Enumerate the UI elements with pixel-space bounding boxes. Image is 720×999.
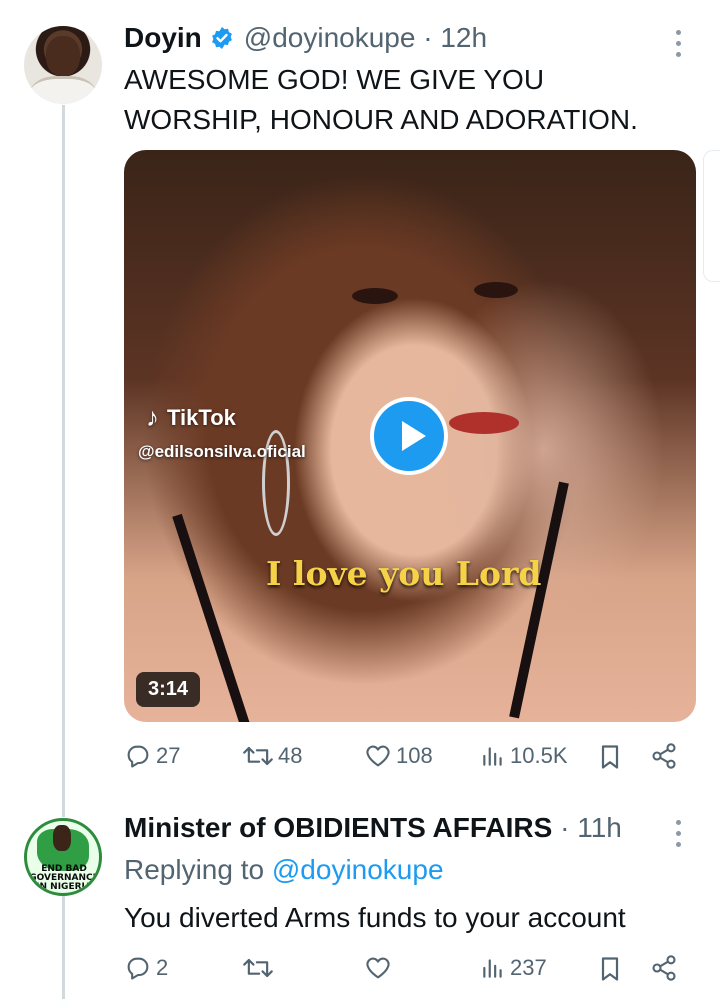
tweet-text-line: AWESOME GOD! WE GIVE YOU: [124, 64, 545, 95]
retweet-count: 48: [278, 743, 303, 768]
reply-time[interactable]: 11h: [577, 812, 622, 844]
retweet-icon: [243, 746, 273, 766]
avatar-clothing: [30, 76, 96, 104]
views-button[interactable]: 10.5K: [480, 742, 568, 770]
tweet-header: Doyin @doyinokupe · 12h: [124, 22, 487, 54]
reply-text: You diverted Arms funds to your account: [124, 902, 626, 933]
avatar-fist: [53, 825, 71, 851]
retweet-icon: [243, 958, 273, 978]
like-button[interactable]: [364, 954, 392, 982]
thread-line: [62, 105, 65, 817]
bookmark-button[interactable]: [596, 742, 624, 772]
reply-count: 2: [156, 955, 169, 980]
author-handle[interactable]: @doyinokupe: [244, 22, 416, 54]
views-button[interactable]: 237: [480, 954, 547, 982]
avatar-logo-text: END BAD GOVERNANCE IN NIGERIA: [29, 864, 99, 892]
views-count: 237: [510, 955, 547, 980]
reply-button[interactable]: 2: [124, 954, 168, 982]
retweet-button[interactable]: [242, 954, 274, 982]
like-icon: [366, 957, 390, 979]
tiktok-watermark: ♪ TikTok: [146, 402, 236, 433]
avatar-face: [46, 36, 80, 76]
bookmark-icon: [601, 745, 619, 769]
dot-separator: ·: [552, 812, 578, 843]
more-icon[interactable]: [676, 820, 682, 853]
views-count: 10.5K: [510, 743, 568, 768]
image-detail: [474, 282, 518, 298]
tweet-text: AWESOME GOD! WE GIVE YOU WORSHIP, HONOUR…: [124, 60, 638, 140]
share-icon: [652, 955, 676, 981]
dot-separator: ·: [415, 22, 441, 53]
reply-author-avatar[interactable]: END BAD GOVERNANCE IN NIGERIA: [24, 818, 102, 896]
tiktok-label: TikTok: [167, 404, 236, 430]
tweet-time[interactable]: 12h: [440, 22, 487, 54]
bookmark-icon: [601, 957, 619, 981]
reply-button[interactable]: 27: [124, 742, 180, 770]
share-button[interactable]: [650, 742, 678, 770]
like-icon: [366, 745, 390, 767]
like-button[interactable]: 108: [364, 742, 433, 770]
video-caption: I love you Lord: [266, 554, 542, 593]
image-detail: [449, 412, 519, 434]
tiktok-logo-icon: ♪: [146, 402, 159, 432]
replying-to-handle[interactable]: @doyinokupe: [272, 854, 444, 885]
reply-author-name[interactable]: Minister of OBIDIENTS AFFAIRS: [124, 812, 552, 844]
reply-count: 27: [156, 743, 181, 768]
views-icon: [483, 959, 502, 978]
more-icon[interactable]: [676, 30, 682, 63]
reply-icon: [127, 745, 149, 768]
replying-to: Replying to @doyinokupe: [124, 854, 444, 886]
retweet-button[interactable]: 48: [242, 742, 302, 770]
tiktok-source-handle: @edilsonsilva.oficial: [138, 442, 306, 461]
play-icon[interactable]: [370, 397, 448, 475]
side-panel-edge: [703, 150, 720, 282]
image-detail: [352, 288, 398, 304]
video-player[interactable]: ♪ TikTok @edilsonsilva.oficial I love yo…: [124, 150, 696, 722]
image-detail: [509, 481, 569, 719]
reply-actions: 2 237: [124, 954, 684, 990]
author-avatar[interactable]: [24, 26, 102, 104]
views-icon: [483, 747, 502, 766]
tweet-actions: 27 48 108 10.5K: [124, 742, 684, 778]
video-duration: 3:14: [136, 672, 201, 707]
like-count: 108: [396, 743, 433, 768]
share-icon: [652, 743, 676, 769]
tweet-text-line: WORSHIP, HONOUR AND ADORATION.: [124, 104, 638, 135]
reply-header: Minister of OBIDIENTS AFFAIRS · 11h: [124, 812, 622, 844]
bookmark-button[interactable]: [596, 954, 624, 984]
reply-icon: [127, 957, 149, 980]
replying-to-label: Replying to: [124, 854, 265, 885]
verified-badge-icon: [211, 27, 232, 49]
author-name[interactable]: Doyin: [124, 22, 202, 54]
share-button[interactable]: [650, 954, 678, 982]
thread-line: [62, 895, 65, 999]
